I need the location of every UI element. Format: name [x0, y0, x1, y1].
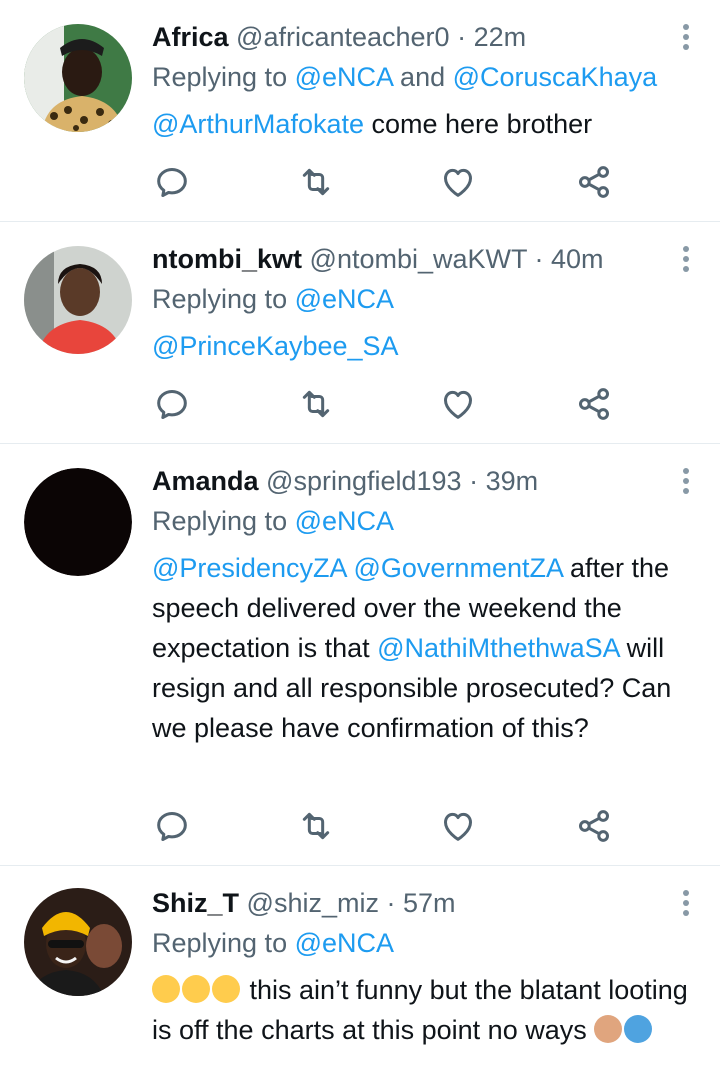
replying-to: Replying to @eNCA — [152, 926, 394, 960]
rofl-emoji-icon — [212, 975, 240, 1003]
retweet-icon[interactable] — [296, 806, 336, 846]
more-vertical-icon[interactable] — [676, 888, 696, 918]
avatar-image — [24, 24, 132, 132]
avatar-image — [24, 246, 132, 354]
tweet-header: ntombi_kwt @ntombi_waKWT · 40m — [152, 242, 660, 276]
replying-to: Replying to @eNCA — [152, 282, 394, 316]
more-vertical-icon[interactable] — [676, 22, 696, 52]
mention-link[interactable]: @eNCA — [295, 284, 394, 314]
avatar[interactable] — [24, 468, 132, 576]
avatar[interactable] — [24, 246, 132, 354]
avatar[interactable] — [24, 888, 132, 996]
tweet-text: @ArthurMafokate come here brother — [152, 104, 692, 144]
avatar-image — [24, 888, 132, 996]
avatar-image — [24, 468, 132, 576]
tweet-header: Amanda @springfield193 · 39m — [152, 464, 660, 498]
like-icon[interactable] — [438, 162, 478, 202]
more-vertical-icon[interactable] — [676, 466, 696, 496]
replying-prefix: Replying to — [152, 62, 295, 92]
tweet[interactable]: Shiz_T @shiz_miz · 57m Replying to @eNCA… — [0, 866, 720, 1088]
mention-link[interactable]: @eNCA — [295, 928, 394, 958]
display-name[interactable]: ntombi_kwt — [152, 244, 302, 274]
display-name[interactable]: Africa — [152, 22, 229, 52]
mention-link[interactable]: @NathiMthethwaSA — [377, 633, 619, 663]
sweat-smile-emoji-icon — [152, 975, 180, 1003]
like-icon[interactable] — [438, 384, 478, 424]
tweet[interactable]: Africa @africanteacher0 · 22m Replying t… — [0, 0, 720, 222]
handle[interactable]: @africanteacher0 — [236, 22, 450, 52]
display-name[interactable]: Shiz_T — [152, 888, 239, 918]
tweet-actions — [152, 806, 632, 846]
tweet-header: Africa @africanteacher0 · 22m — [152, 20, 660, 54]
timestamp[interactable]: · 40m — [535, 244, 604, 274]
tweet-text: @PrinceKaybee_SA — [152, 326, 692, 366]
mention-link[interactable]: @eNCA — [295, 62, 393, 92]
replying-prefix: Replying to — [152, 284, 295, 314]
replying-prefix: Replying to — [152, 928, 295, 958]
mention-link[interactable]: @eNCA — [295, 506, 394, 536]
avatar[interactable] — [24, 24, 132, 132]
tweet-actions — [152, 384, 632, 424]
handle[interactable]: @shiz_miz — [247, 888, 379, 918]
tweet-text: this ain’t funny but the blatant looting… — [152, 970, 692, 1050]
retweet-icon[interactable] — [296, 162, 336, 202]
replying-to: Replying to @eNCA — [152, 504, 394, 538]
replying-to: Replying to @eNCA and @CoruscaKhaya — [152, 60, 657, 94]
handle[interactable]: @ntombi_waKWT — [310, 244, 527, 274]
timestamp[interactable]: · 39m — [469, 466, 538, 496]
person-gesturing-ok-emoji-icon — [624, 1015, 653, 1043]
tweet-text: @PresidencyZA @GovernmentZA after the sp… — [152, 548, 686, 748]
timestamp[interactable]: · 57m — [386, 888, 455, 918]
tweet-header: Shiz_T @shiz_miz · 57m — [152, 886, 660, 920]
more-vertical-icon[interactable] — [676, 244, 696, 274]
reply-icon[interactable] — [152, 806, 192, 846]
tweet-text-segment: come here brother — [364, 109, 593, 139]
display-name[interactable]: Amanda — [152, 466, 259, 496]
reply-icon[interactable] — [152, 384, 192, 424]
tweet[interactable]: ntombi_kwt @ntombi_waKWT · 40m Replying … — [0, 222, 720, 444]
facepalm-emoji-icon — [594, 1015, 623, 1043]
share-icon[interactable] — [574, 806, 614, 846]
like-icon[interactable] — [438, 806, 478, 846]
mention-link[interactable]: @PresidencyZA — [152, 553, 346, 583]
tweet[interactable]: Amanda @springfield193 · 39m Replying to… — [0, 444, 720, 866]
timestamp[interactable]: · 22m — [457, 22, 526, 52]
share-icon[interactable] — [574, 162, 614, 202]
mention-link[interactable]: @CoruscaKhaya — [453, 62, 658, 92]
mention-link[interactable]: @ArthurMafokate — [152, 109, 364, 139]
tweet-actions — [152, 162, 632, 202]
reply-icon[interactable] — [152, 162, 192, 202]
retweet-icon[interactable] — [296, 384, 336, 424]
share-icon[interactable] — [574, 384, 614, 424]
mention-link[interactable]: @GovernmentZA — [354, 553, 563, 583]
handle[interactable]: @springfield193 — [266, 466, 462, 496]
joy-emoji-icon — [182, 975, 210, 1003]
replying-and: and — [392, 62, 453, 92]
replying-prefix: Replying to — [152, 506, 295, 536]
mention-link[interactable]: @PrinceKaybee_SA — [152, 331, 399, 361]
